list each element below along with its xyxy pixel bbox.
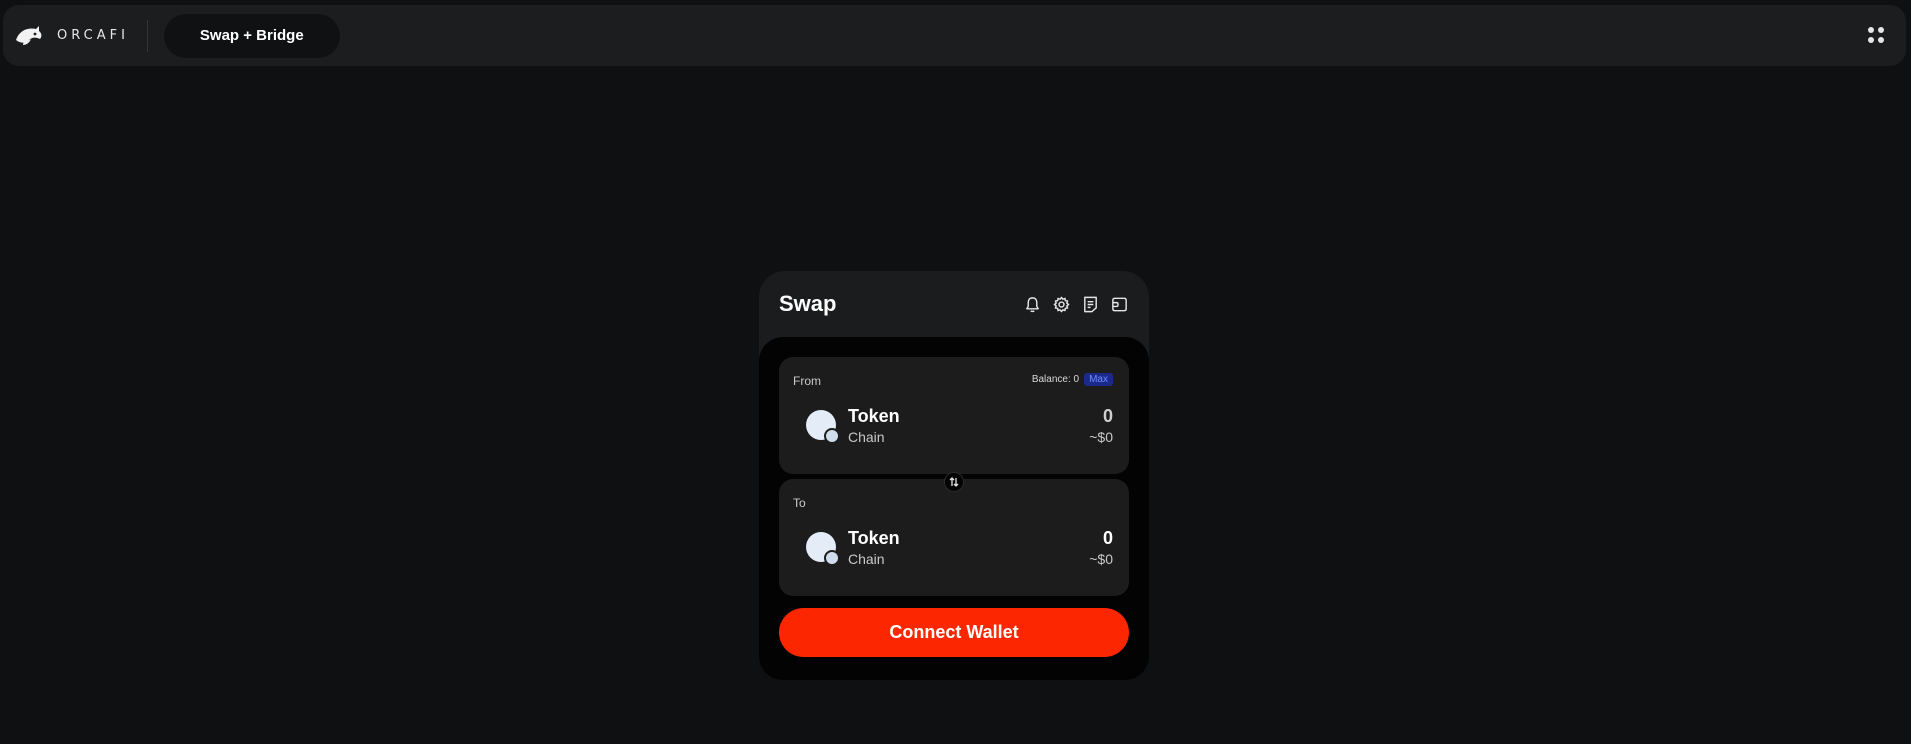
to-amount-usd: ~$0	[1089, 551, 1113, 567]
nav-swap-bridge-button[interactable]: Swap + Bridge	[163, 13, 340, 58]
to-token-selector[interactable]: Token Chain	[806, 528, 900, 568]
to-chain-name: Chain	[848, 551, 885, 567]
from-amount-usd: ~$0	[1089, 429, 1113, 445]
grid-dot	[1868, 37, 1874, 43]
to-token-name: Token	[848, 528, 900, 548]
swap-body: From Balance: 0 Max Token Chain 0 ~$0 To…	[759, 337, 1149, 680]
header-divider	[146, 19, 148, 52]
swap-title: Swap	[779, 291, 837, 316]
swap-widget: Swap From Balance: 0 Max Token Chain 0 ~…	[759, 271, 1149, 680]
token-avatar	[806, 532, 840, 566]
wallet-icon[interactable]	[1110, 295, 1129, 314]
grid-dot	[1868, 27, 1874, 33]
grid-dot	[1878, 37, 1884, 43]
swap-header-icons	[1023, 295, 1129, 314]
grid-dots-icon[interactable]	[1868, 27, 1884, 43]
to-amount-value: 0	[1102, 528, 1113, 548]
swap-arrows-icon	[949, 477, 959, 487]
from-balance: Balance: 0 Max	[1032, 373, 1113, 386]
chain-badge-icon	[824, 428, 840, 444]
bell-icon[interactable]	[1023, 295, 1042, 314]
from-amount[interactable]: 0 ~$0	[1089, 406, 1113, 446]
grid-dot	[1878, 27, 1884, 33]
balance-text: Balance: 0	[1031, 374, 1080, 385]
top-navigation-bar: ORCAFI Swap + Bridge	[3, 5, 1906, 66]
to-card: To Token Chain 0 ~$0	[779, 479, 1129, 596]
to-token-text: Token Chain	[848, 528, 900, 568]
history-receipt-icon[interactable]	[1081, 295, 1100, 314]
from-token-text: Token Chain	[848, 406, 900, 446]
connect-wallet-button[interactable]: Connect Wallet	[779, 608, 1129, 657]
swap-direction-button[interactable]	[944, 472, 964, 492]
from-amount-value[interactable]: 0	[1089, 406, 1113, 426]
token-avatar	[806, 410, 840, 444]
orca-logo-icon	[16, 25, 42, 45]
chain-badge-icon	[824, 550, 840, 566]
brand-logo[interactable]: ORCAFI	[15, 25, 129, 47]
to-label: To	[793, 496, 806, 510]
from-token-name: Token	[848, 406, 900, 426]
from-label: From	[793, 374, 821, 388]
brand-name: ORCAFI	[57, 28, 129, 43]
from-chain-name: Chain	[848, 429, 885, 445]
max-button[interactable]: Max	[1084, 373, 1113, 386]
swap-header: Swap	[759, 271, 1149, 337]
from-token-selector[interactable]: Token Chain	[806, 406, 900, 446]
settings-gear-icon[interactable]	[1052, 295, 1071, 314]
from-card: From Balance: 0 Max Token Chain 0 ~$0	[779, 357, 1129, 474]
to-amount: 0 ~$0	[1089, 528, 1113, 568]
